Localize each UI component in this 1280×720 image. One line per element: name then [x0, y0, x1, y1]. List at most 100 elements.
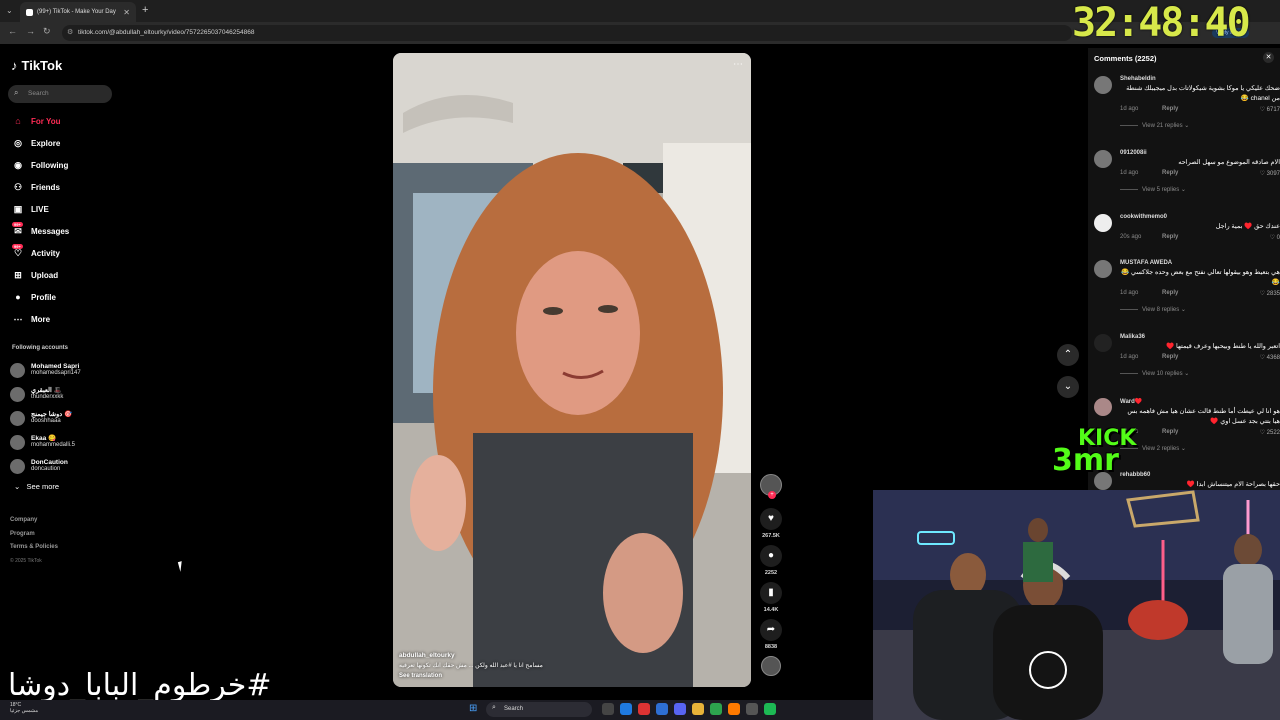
- avatar[interactable]: [1094, 398, 1112, 416]
- reply-button[interactable]: Reply: [1162, 170, 1178, 176]
- sidebar-footer: Company Program Terms & Policies © 2025 …: [10, 514, 58, 568]
- heart-icon[interactable]: ♥: [760, 508, 782, 530]
- search-input[interactable]: ⌕ Search: [8, 85, 112, 103]
- tab-list-icon[interactable]: ⌄: [6, 6, 13, 15]
- creator-avatar[interactable]: +: [760, 474, 782, 499]
- chevron-up-icon: ⌃: [1063, 349, 1073, 360]
- nav-messages[interactable]: ✉ 99+ Messages: [10, 220, 69, 242]
- comment-user[interactable]: rehabbb60: [1120, 472, 1280, 478]
- activity-badge: 99+: [12, 244, 23, 249]
- nav-live[interactable]: ▣ LIVE: [10, 198, 69, 220]
- back-icon[interactable]: ←: [8, 26, 17, 36]
- account-item[interactable]: Ekaa 😋 mohammedalli.5: [10, 430, 81, 454]
- discord-icon[interactable]: [674, 703, 686, 715]
- nav-activity[interactable]: ♡ 99+ Activity: [10, 242, 69, 264]
- comment-user[interactable]: Shehabeldin: [1120, 76, 1280, 82]
- next-video-button[interactable]: ⌄: [1057, 376, 1079, 398]
- share-action[interactable]: ➦ 8838: [760, 619, 782, 650]
- view-replies-button[interactable]: View 2 replies ⌄: [1120, 445, 1280, 452]
- avatar[interactable]: [1094, 260, 1112, 278]
- nav-following[interactable]: ◉ Following: [10, 154, 69, 176]
- comment-like-button[interactable]: ♡ 4368: [1260, 354, 1280, 361]
- account-item[interactable]: Mohamed Sapri mohamedsapri147: [10, 358, 81, 382]
- footer-link-program[interactable]: Program: [10, 528, 58, 542]
- footer-link-terms[interactable]: Terms & Policies: [10, 541, 58, 555]
- app-icon[interactable]: [638, 703, 650, 715]
- comment-like-button[interactable]: ♡ 3097: [1260, 170, 1280, 177]
- video-more-icon[interactable]: ⋯: [733, 59, 743, 70]
- browser-tab[interactable]: (99+) TikTok - Make Your Day ✕: [20, 2, 136, 22]
- see-more-button[interactable]: ⌄ See more: [14, 482, 59, 491]
- steam-icon[interactable]: [746, 703, 758, 715]
- comment-user[interactable]: cookwithmemo0: [1120, 214, 1280, 220]
- reply-button[interactable]: Reply: [1162, 290, 1178, 296]
- reply-button[interactable]: Reply: [1162, 106, 1178, 112]
- chrome-icon[interactable]: [710, 703, 722, 715]
- tiktok-logo[interactable]: ♪ TikTok: [11, 58, 62, 73]
- new-tab-button[interactable]: +: [142, 4, 148, 16]
- task-view-icon[interactable]: [602, 703, 614, 715]
- share-icon[interactable]: ➦: [760, 619, 782, 641]
- reply-button[interactable]: Reply: [1162, 429, 1178, 435]
- close-comments-icon[interactable]: ✕: [1263, 52, 1274, 63]
- nav-profile[interactable]: ● Profile: [10, 286, 69, 308]
- view-replies-button[interactable]: View 5 replies ⌄: [1120, 186, 1280, 193]
- account-item[interactable]: دوشا جيمنج 🎯 dooshhaaa: [10, 406, 81, 430]
- comment-time: 1d ago: [1120, 290, 1139, 296]
- comment-user[interactable]: Malika36: [1120, 334, 1280, 340]
- nav-friends[interactable]: ⚇ Friends: [10, 176, 69, 198]
- comment-action[interactable]: ● 2252: [760, 545, 782, 576]
- comment-like-button[interactable]: ♡ 2835: [1260, 290, 1280, 297]
- taskbar-search[interactable]: ⌕ Search: [486, 702, 592, 717]
- comment-like-button[interactable]: ♡ 0: [1270, 234, 1280, 241]
- weather-widget[interactable]: 18°C مشمس جزئيا: [10, 702, 38, 714]
- view-replies-button[interactable]: View 10 replies ⌄: [1120, 370, 1280, 377]
- sound-avatar[interactable]: [761, 656, 781, 676]
- spotify-icon[interactable]: [764, 703, 776, 715]
- close-tab-icon[interactable]: ✕: [123, 8, 130, 17]
- video-username[interactable]: abdullah_eltourky: [399, 651, 649, 661]
- windows-start-icon[interactable]: ⊞: [469, 703, 477, 714]
- reply-button[interactable]: Reply: [1162, 234, 1178, 240]
- comment-like-button[interactable]: ♡ 2522: [1260, 429, 1280, 436]
- footer-link-company[interactable]: Company: [10, 514, 58, 528]
- vlc-icon[interactable]: [728, 703, 740, 715]
- previous-video-button[interactable]: ⌃: [1057, 344, 1079, 366]
- reload-icon[interactable]: ↻: [43, 26, 51, 37]
- account-item[interactable]: العبقري 🎩 thunderxxkk: [10, 382, 81, 406]
- avatar[interactable]: [1094, 150, 1112, 168]
- account-item[interactable]: DonCaution doncaution: [10, 454, 81, 478]
- outlook-icon[interactable]: [656, 703, 668, 715]
- forward-icon[interactable]: →: [26, 26, 35, 36]
- reply-button[interactable]: Reply: [1162, 354, 1178, 360]
- comment-like-count: 6717: [1266, 107, 1280, 113]
- nav-more[interactable]: ⋯ More: [10, 308, 69, 330]
- url-field[interactable]: ⚙ tiktok.com/@abdullah_eltourky/video/75…: [62, 25, 1072, 41]
- avatar[interactable]: [1094, 214, 1112, 232]
- comment-user[interactable]: 0912008ii: [1120, 150, 1280, 156]
- edge-icon[interactable]: [620, 703, 632, 715]
- view-replies-button[interactable]: View 21 replies ⌄: [1120, 122, 1280, 129]
- avatar: [10, 434, 25, 450]
- nav-upload[interactable]: ⊞ Upload: [10, 264, 69, 286]
- comment-user[interactable]: Ward♥️: [1120, 398, 1280, 405]
- bookmark-icon[interactable]: ▮: [760, 582, 782, 604]
- webcam-scene: [873, 490, 1280, 720]
- view-replies-button[interactable]: View 8 replies ⌄: [1120, 306, 1280, 313]
- see-translation-link[interactable]: See translation: [399, 671, 649, 681]
- avatar[interactable]: [1094, 76, 1112, 94]
- file-explorer-icon[interactable]: [692, 703, 704, 715]
- nav-explore[interactable]: ◎ Explore: [10, 132, 69, 154]
- comment-icon[interactable]: ●: [760, 545, 782, 567]
- site-info-icon[interactable]: ⚙: [67, 28, 73, 36]
- comment-like-button[interactable]: ♡ 6717: [1260, 106, 1280, 113]
- comment-user[interactable]: MUSTAFA AWEDA: [1120, 260, 1280, 266]
- video-player[interactable]: ⋯ abdullah_eltourky مسامح انا يا #عبد ال…: [393, 53, 751, 687]
- activity-icon: ♡: [13, 247, 23, 258]
- save-action[interactable]: ▮ 14.4K: [760, 582, 782, 613]
- follow-plus-icon[interactable]: +: [768, 491, 776, 499]
- like-action[interactable]: ♥ 267.5K: [760, 508, 782, 539]
- like-count: 267.5K: [762, 533, 780, 539]
- avatar[interactable]: [1094, 334, 1112, 352]
- nav-for-you[interactable]: ⌂ For You: [10, 110, 69, 132]
